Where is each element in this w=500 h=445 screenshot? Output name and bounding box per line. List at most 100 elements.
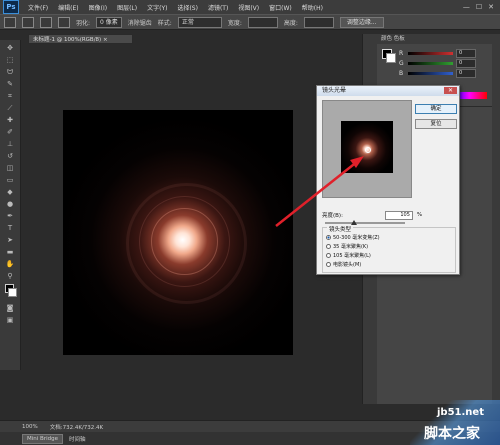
menu-view[interactable]: 视图(V) <box>233 3 264 12</box>
photoshop-logo: Ps <box>3 0 19 14</box>
new-selection-icon[interactable] <box>22 16 34 28</box>
flare-preview[interactable] <box>322 100 412 198</box>
background-swatch[interactable] <box>386 53 396 63</box>
slider-value[interactable]: 0 <box>456 68 476 78</box>
menu-bar: Ps 文件(F) 编辑(E) 图像(I) 图层(L) 文字(Y) 选择(S) 滤… <box>0 0 500 14</box>
menu-help[interactable]: 帮助(H) <box>297 3 328 12</box>
quick-select-tool-icon[interactable]: ✎ <box>4 80 16 88</box>
radio-button[interactable] <box>326 262 331 267</box>
type-tool-icon[interactable]: T <box>4 224 16 232</box>
radio-button[interactable] <box>326 235 331 240</box>
tab-mini-bridge[interactable]: Mini Bridge <box>22 433 63 444</box>
ok-button[interactable]: 确定 <box>415 104 457 114</box>
marquee-tool-icon[interactable]: ⬚ <box>4 56 16 64</box>
blur-tool-icon[interactable]: ◆ <box>4 188 16 196</box>
lens-type-title: 镜头类型 <box>327 225 354 233</box>
menu-filter[interactable]: 滤镜(T) <box>203 3 233 12</box>
lens-flare-dialog: 镜头光晕 ✕ 确定 复位 亮度(B): 105 % 镜头类型 50-300 毫米… <box>316 85 460 275</box>
lens-option-movie[interactable]: 电影镜头(M) <box>326 261 361 268</box>
watermark-url: jb51.net <box>437 407 484 418</box>
gradient-tool-icon[interactable]: ▭ <box>4 176 16 184</box>
tools-panel: ✥ ⬚ ᗢ ✎ ⌗ ⟋ ✚ ✐ ⊥ ↺ ◫ ▭ ◆ ● ✒ T ➤ ▬ ✋ ⚲ … <box>0 40 21 370</box>
lens-option-label: 50-300 毫米变焦(Z) <box>333 235 380 241</box>
panel-scrollbar[interactable] <box>492 34 500 404</box>
menu-edit[interactable]: 编辑(E) <box>53 3 83 12</box>
crop-tool-icon[interactable]: ⌗ <box>4 92 16 100</box>
refine-edge-button[interactable]: 调整边缘... <box>339 16 384 28</box>
shape-tool-icon[interactable]: ▬ <box>4 248 16 256</box>
height-input[interactable] <box>303 16 334 28</box>
slider-track-g[interactable] <box>408 61 453 65</box>
eraser-tool-icon[interactable]: ◫ <box>4 164 16 172</box>
marquee-tool-icon[interactable] <box>4 16 16 28</box>
slider-b[interactable]: B 0 <box>377 68 492 78</box>
watermark-title: 脚本之家 <box>424 426 480 442</box>
width-label: 宽度: <box>227 19 242 27</box>
menu-window[interactable]: 窗口(W) <box>264 3 297 12</box>
brightness-slider[interactable] <box>325 222 405 224</box>
slider-label: R <box>399 49 404 57</box>
swatches-icon[interactable] <box>4 284 17 297</box>
menu-type[interactable]: 文字(Y) <box>142 3 172 12</box>
lens-option-50-300[interactable]: 50-300 毫米变焦(Z) <box>326 234 380 241</box>
path-select-icon[interactable]: ➤ <box>4 236 16 244</box>
antialias-checkbox[interactable]: 消除锯齿 <box>128 18 152 27</box>
menu-select[interactable]: 选择(S) <box>172 3 203 12</box>
lens-option-35[interactable]: 35 毫米聚焦(K) <box>326 243 368 250</box>
brightness-row: 亮度(B): 105 % <box>322 210 456 220</box>
tab-timeline[interactable]: 时间轴 <box>69 435 86 443</box>
radio-button[interactable] <box>326 253 331 258</box>
style-label: 样式: <box>157 19 172 27</box>
lens-option-label: 35 毫米聚焦(K) <box>333 244 369 250</box>
feather-label: 羽化: <box>76 19 91 27</box>
doc-info[interactable]: 文档:732.4K/732.4K <box>50 423 103 431</box>
menu-file[interactable]: 文件(F) <box>23 3 53 12</box>
preview-image[interactable] <box>341 121 393 173</box>
brightness-unit: % <box>416 212 423 218</box>
quick-mask-icon[interactable]: ◙ <box>4 304 16 312</box>
lens-option-105[interactable]: 105 毫米聚焦(L) <box>326 252 371 259</box>
healing-tool-icon[interactable]: ✚ <box>4 116 16 124</box>
stamp-tool-icon[interactable]: ⊥ <box>4 140 16 148</box>
radio-button[interactable] <box>326 244 331 249</box>
add-selection-icon[interactable] <box>40 16 52 28</box>
lasso-tool-icon[interactable]: ᗢ <box>4 68 16 76</box>
dodge-tool-icon[interactable]: ● <box>4 200 16 208</box>
close-icon[interactable]: ✕ <box>488 3 494 11</box>
style-select[interactable]: 正常 <box>177 16 222 28</box>
brightness-input[interactable]: 105 <box>384 210 413 220</box>
zoom-level[interactable]: 100% <box>22 424 38 430</box>
flare-center-crosshair[interactable] <box>365 147 371 153</box>
slider-label: B <box>399 69 404 77</box>
brightness-label: 亮度(B): <box>322 213 343 219</box>
menu-layer[interactable]: 图层(L) <box>112 3 142 12</box>
slider-value[interactable]: 0 <box>456 58 476 68</box>
height-label: 高度: <box>283 19 298 27</box>
panel-tabs[interactable]: 颜色 色板 <box>377 34 492 44</box>
minimize-icon[interactable]: — <box>463 3 470 11</box>
window-controls: — ☐ ✕ <box>463 3 500 11</box>
slider-value[interactable]: 0 <box>456 48 476 58</box>
document-canvas[interactable] <box>63 110 293 355</box>
subtract-selection-icon[interactable] <box>58 16 70 28</box>
width-input[interactable] <box>247 16 278 28</box>
slider-track-r[interactable] <box>408 51 453 55</box>
brush-tool-icon[interactable]: ✐ <box>4 128 16 136</box>
menu-image[interactable]: 图像(I) <box>84 3 112 12</box>
document-tab[interactable]: 未标题-1 @ 100%(RGB/8) × <box>28 34 133 44</box>
zoom-tool-icon[interactable]: ⚲ <box>4 272 16 280</box>
slider-track-b[interactable] <box>408 71 453 75</box>
feather-input[interactable]: 0 像素 <box>96 16 122 28</box>
reset-button[interactable]: 复位 <box>415 119 457 129</box>
history-brush-icon[interactable]: ↺ <box>4 152 16 160</box>
pen-tool-icon[interactable]: ✒ <box>4 212 16 220</box>
lens-option-label: 电影镜头(M) <box>333 262 362 268</box>
screen-mode-icon[interactable]: ▣ <box>4 316 16 324</box>
close-icon[interactable]: ✕ <box>444 87 457 94</box>
options-bar: 羽化: 0 像素 消除锯齿 样式: 正常 宽度: 高度: 调整边缘... <box>0 14 500 30</box>
eyedropper-tool-icon[interactable]: ⟋ <box>4 104 16 112</box>
maximize-icon[interactable]: ☐ <box>476 3 482 11</box>
move-tool-icon[interactable]: ✥ <box>4 44 16 52</box>
hand-tool-icon[interactable]: ✋ <box>4 260 16 268</box>
lens-option-label: 105 毫米聚焦(L) <box>333 253 371 259</box>
